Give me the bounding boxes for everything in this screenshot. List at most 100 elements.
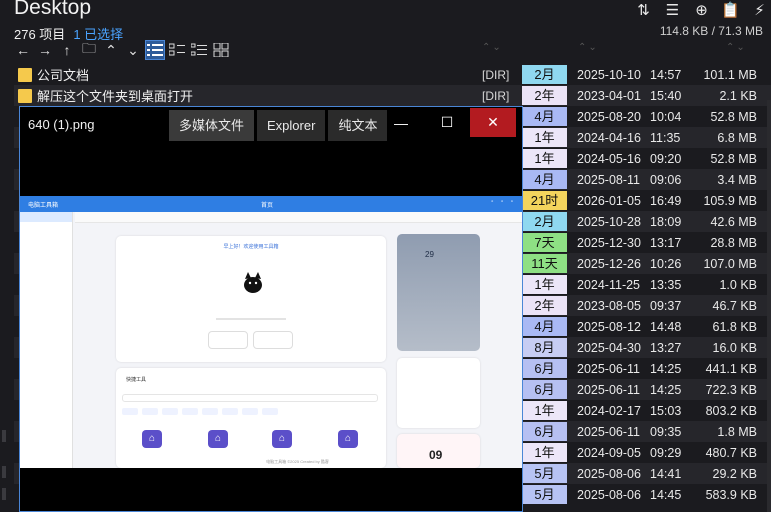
list-detail-icon[interactable]: ☰ xyxy=(661,0,684,20)
file-size: 1.0 KB xyxy=(719,277,757,292)
image-sidebar-item xyxy=(20,322,72,332)
image-footer: 电脑工具箱 ©2025 Created by 酷客 xyxy=(266,459,329,464)
chevron-down-icon[interactable]: ⌄ xyxy=(124,41,142,59)
forward-arrow-icon[interactable]: → xyxy=(36,41,54,59)
image-sidebar xyxy=(20,212,73,468)
add-circle-icon[interactable]: ⊕ xyxy=(690,0,713,20)
image-chip xyxy=(162,408,178,415)
clipboard-icon[interactable]: 📋 xyxy=(719,0,742,20)
list-view-icon[interactable] xyxy=(145,40,165,60)
file-size: 16.0 KB xyxy=(712,340,757,355)
home-icon: ⌂ xyxy=(142,430,162,448)
file-size: 2.1 KB xyxy=(719,88,757,103)
image-sidebar-item xyxy=(20,392,72,402)
image-sidebar-item xyxy=(20,212,72,222)
image-sidebar-item xyxy=(20,332,72,342)
size-info: 114.8 KB / 71.3 MB xyxy=(659,24,763,38)
file-size: 107.0 MB xyxy=(703,256,757,271)
age-badge: 2年 xyxy=(522,296,567,315)
age-badge: 6月 xyxy=(522,359,567,378)
file-time: 11:35 xyxy=(650,130,681,145)
table-row[interactable]: 公司文档 [DIR] 2月 2025-10-10 14:57 101.1 MB xyxy=(14,64,771,85)
file-time: 15:40 xyxy=(650,88,682,103)
lightning-icon[interactable]: ⚡ xyxy=(748,0,771,20)
image-sidebar-item xyxy=(20,272,72,282)
file-size: 101.1 MB xyxy=(703,67,757,82)
vertical-scrollbar[interactable] xyxy=(767,100,771,512)
file-size: 583.9 KB xyxy=(705,487,757,502)
page-title: Desktop xyxy=(14,0,92,19)
file-size: 480.7 KB xyxy=(705,445,757,460)
image-sidebar-item xyxy=(20,372,72,382)
image-sidebar-item xyxy=(20,262,72,272)
image-sidebar-item xyxy=(20,242,72,252)
cat-mascot-icon xyxy=(244,272,262,293)
nav-toolbar: ← → ↑ 🗀 ⌃ ⌄ xyxy=(14,40,230,60)
image-tabbar xyxy=(75,212,522,223)
image-window-controls: ▫ ▫ ▫ xyxy=(491,199,516,205)
tab-media[interactable]: 多媒体文件 xyxy=(169,110,255,141)
file-time: 18:09 xyxy=(650,214,682,229)
top-toolbar: ⇅ ☰ ⊕ 📋 ⚡ xyxy=(632,0,771,20)
maximize-icon[interactable]: ☐ xyxy=(424,108,470,137)
preview-filename: 640 (1).png xyxy=(28,117,95,132)
sort-toggle-size[interactable]: ⌃⌄ xyxy=(726,42,747,53)
file-date: 2024-11-25 xyxy=(577,277,641,292)
file-size: 46.7 KB xyxy=(712,298,757,313)
file-date: 2023-08-05 xyxy=(577,298,641,313)
image-sidebar-item xyxy=(20,432,72,442)
gutter-mark xyxy=(2,466,6,478)
image-sidebar-item xyxy=(20,362,72,372)
table-row[interactable]: 解压这个文件夹到桌面打开 [DIR] 2年 2023-04-01 15:40 2.1 KB xyxy=(14,85,771,106)
file-time: 10:04 xyxy=(650,109,682,124)
up-arrow-icon[interactable]: ↑ xyxy=(58,41,76,59)
grid-view-icon[interactable] xyxy=(212,41,230,59)
file-date: 2024-04-16 xyxy=(577,130,641,145)
image-app-title: 电脑工具箱 xyxy=(28,203,59,209)
sort-icon[interactable]: ⇅ xyxy=(632,0,655,20)
file-size: 52.8 MB xyxy=(710,109,757,124)
folder-new-icon[interactable]: 🗀 xyxy=(80,40,98,59)
file-size: 28.8 MB xyxy=(710,235,757,250)
image-search-box xyxy=(122,394,378,402)
file-time: 14:41 xyxy=(650,466,682,481)
back-arrow-icon[interactable]: ← xyxy=(14,41,32,59)
age-badge: 5月 xyxy=(522,485,567,504)
file-time: 13:35 xyxy=(650,277,682,292)
image-sidebar-item xyxy=(20,342,72,352)
image-chip xyxy=(202,408,218,415)
file-date: 2025-08-06 xyxy=(577,466,641,481)
image-sidebar-item xyxy=(20,282,72,292)
file-date: 2023-04-01 xyxy=(577,88,641,103)
image-weather-temp: 29 xyxy=(425,250,434,259)
file-date: 2025-08-11 xyxy=(577,172,641,187)
age-badge: 2年 xyxy=(522,86,567,105)
image-weather-card: 29 xyxy=(397,234,480,351)
tab-explorer[interactable]: Explorer xyxy=(257,110,326,141)
file-size: 803.2 KB xyxy=(705,403,757,418)
image-sidebar-item xyxy=(20,312,72,322)
sort-toggle-date[interactable]: ⌃⌄ xyxy=(578,42,599,53)
detail-view-icon[interactable] xyxy=(190,41,208,59)
minimize-icon[interactable]: — xyxy=(378,108,424,137)
image-sidebar-item xyxy=(20,422,72,432)
sort-toggle-type[interactable]: ⌃⌄ xyxy=(482,42,503,53)
file-name: 公司文档 xyxy=(37,68,90,83)
image-sidebar-item xyxy=(20,292,72,302)
file-date: 2025-12-30 xyxy=(577,235,641,250)
tree-view-icon[interactable] xyxy=(168,41,186,59)
chevron-up-icon[interactable]: ⌃ xyxy=(102,41,120,59)
folder-icon xyxy=(18,67,32,82)
close-icon[interactable]: ✕ xyxy=(470,108,516,137)
file-time: 14:45 xyxy=(650,487,682,502)
home-icon: ⌂ xyxy=(272,430,292,448)
file-date: 2025-08-06 xyxy=(577,487,641,502)
image-quick-tools-title: 快捷工具 xyxy=(126,377,147,383)
image-sidebar-item xyxy=(20,442,72,452)
image-action-button xyxy=(208,331,248,349)
file-time: 16:49 xyxy=(650,193,682,208)
file-date: 2024-02-17 xyxy=(577,403,641,418)
image-sidebar-item xyxy=(20,232,72,242)
image-window-title: 首页 xyxy=(261,203,274,209)
file-time: 15:03 xyxy=(650,403,682,418)
